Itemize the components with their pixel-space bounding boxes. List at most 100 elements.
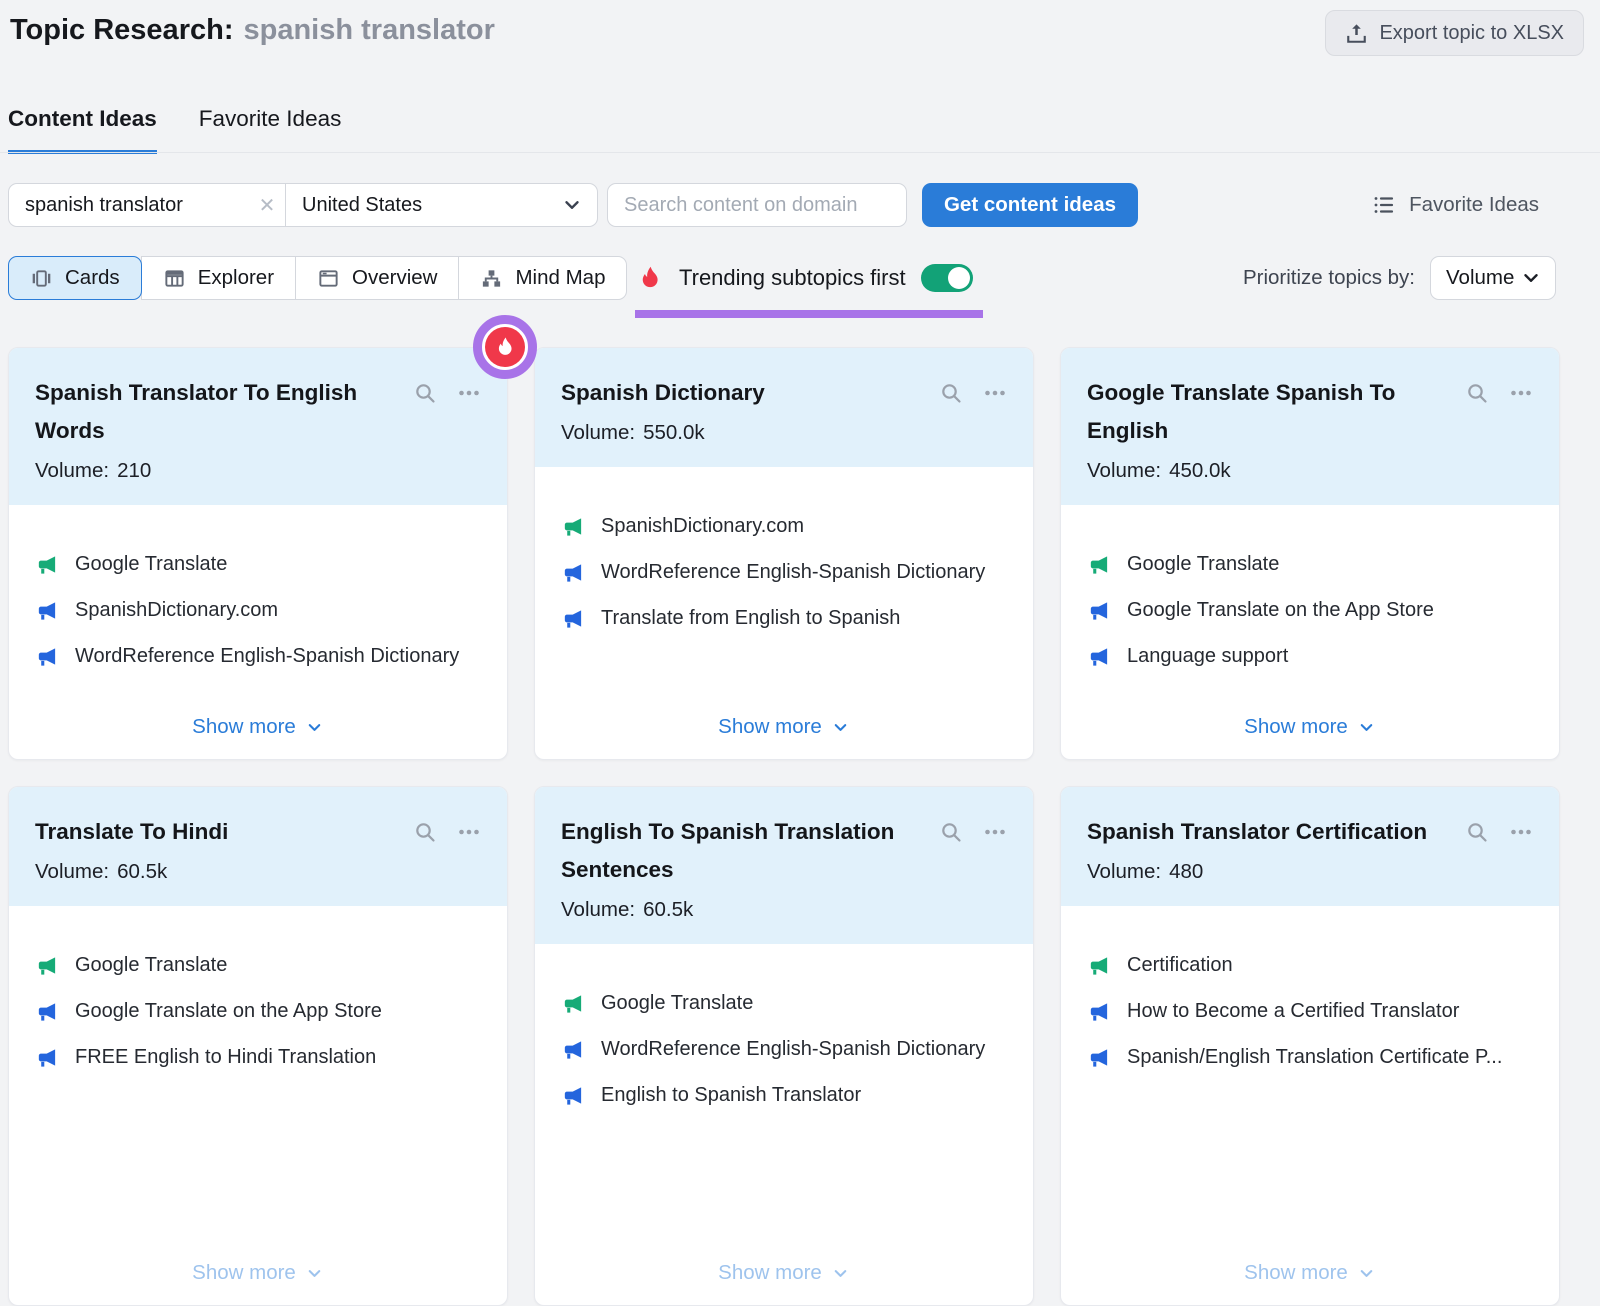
fire-badge <box>485 327 525 367</box>
export-topic-label: Export topic to XLSX <box>1379 22 1564 45</box>
headline-item[interactable]: Google Translate <box>561 980 1007 1026</box>
headline-item[interactable]: Translate from English to Spanish <box>561 595 1007 641</box>
tab-content-ideas[interactable]: Content Ideas <box>8 106 157 154</box>
ellipsis-icon[interactable] <box>457 381 481 405</box>
megaphone-icon <box>1087 1000 1110 1023</box>
show-more-label: Show more <box>718 715 822 739</box>
headline-label: SpanishDictionary.com <box>601 515 804 538</box>
search-icon[interactable] <box>939 820 963 844</box>
show-more-link[interactable]: Show more <box>192 1261 324 1287</box>
headline-item[interactable]: SpanishDictionary.com <box>561 503 1007 549</box>
view-switcher: Cards Explorer Overview Mind Map <box>8 256 627 300</box>
view-explorer-button[interactable]: Explorer <box>141 256 296 300</box>
favorite-ideas-label: Favorite Ideas <box>1409 193 1539 217</box>
tab-favorite-ideas[interactable]: Favorite Ideas <box>199 106 342 154</box>
search-icon[interactable] <box>1465 820 1489 844</box>
headline-item[interactable]: Google Translate <box>35 942 481 988</box>
search-icon[interactable] <box>939 381 963 405</box>
headline-item[interactable]: WordReference English-Spanish Dictionary <box>561 549 1007 595</box>
headline-item[interactable]: WordReference English-Spanish Dictionary <box>35 633 481 679</box>
headline-item[interactable]: SpanishDictionary.com <box>35 587 481 633</box>
card-body: SpanishDictionary.com WordReference Engl… <box>535 467 1033 759</box>
ellipsis-icon[interactable] <box>983 820 1007 844</box>
search-icon[interactable] <box>1465 381 1489 405</box>
ellipsis-icon[interactable] <box>457 820 481 844</box>
ellipsis-icon[interactable] <box>983 381 1007 405</box>
headline-item[interactable]: How to Become a Certified Translator <box>1087 988 1533 1034</box>
search-icon[interactable] <box>413 820 437 844</box>
view-cards-button[interactable]: Cards <box>8 256 142 300</box>
megaphone-icon <box>35 1000 58 1023</box>
keyword-group: ✕ United States <box>8 183 598 227</box>
topic-card: English To Spanish Translation Sentences… <box>534 786 1034 1306</box>
chevron-down-icon <box>1520 267 1542 289</box>
show-more-link[interactable]: Show more <box>192 715 324 741</box>
headline-item[interactable]: Google Translate <box>1087 541 1533 587</box>
clear-keyword-icon[interactable]: ✕ <box>249 193 285 218</box>
headline-item[interactable]: Language support <box>1087 633 1533 679</box>
card-volume: Volume:60.5k <box>561 898 1007 922</box>
volume-label: Volume: <box>35 860 109 884</box>
page-title: Topic Research:spanish translator <box>10 14 495 47</box>
sitemap-icon <box>480 267 503 290</box>
show-more-link[interactable]: Show more <box>1244 1261 1376 1287</box>
view-mindmap-button[interactable]: Mind Map <box>458 256 627 300</box>
search-icon[interactable] <box>413 381 437 405</box>
card-volume: Volume:550.0k <box>561 421 1007 445</box>
headline-label: WordReference English-Spanish Dictionary <box>601 561 985 584</box>
headline-label: English to Spanish Translator <box>601 1084 861 1107</box>
trending-annotation-circle <box>473 315 537 379</box>
trending-subtopics-toggle[interactable] <box>921 264 973 292</box>
headline-item[interactable]: Google Translate on the App Store <box>35 988 481 1034</box>
headline-item[interactable]: English to Spanish Translator <box>561 1072 1007 1118</box>
trending-subtopics-label: Trending subtopics first <box>679 265 906 291</box>
show-more-label: Show more <box>1244 715 1348 739</box>
prioritize-select-value: Volume <box>1446 266 1514 290</box>
megaphone-icon <box>35 599 58 622</box>
headline-label: Google Translate on the App Store <box>75 1000 382 1023</box>
chevron-down-icon <box>831 1264 850 1283</box>
country-select[interactable]: United States <box>286 194 597 217</box>
volume-label: Volume: <box>561 421 635 445</box>
domain-search-input[interactable] <box>607 183 907 227</box>
tabs-divider <box>0 152 1600 153</box>
megaphone-icon <box>35 553 58 576</box>
headline-item[interactable]: FREE English to Hindi Translation <box>35 1034 481 1080</box>
ellipsis-icon[interactable] <box>1509 820 1533 844</box>
favorite-ideas-link[interactable]: Favorite Ideas <box>1372 183 1539 227</box>
volume-value: 480 <box>1169 860 1203 884</box>
headline-item[interactable]: Google Translate on the App Store <box>1087 587 1533 633</box>
view-overview-button[interactable]: Overview <box>295 256 459 300</box>
volume-value: 450.0k <box>1169 459 1231 483</box>
browser-icon <box>317 267 340 290</box>
search-row: ✕ United States Get content ideas Favori… <box>8 183 1584 227</box>
megaphone-icon <box>561 1084 584 1107</box>
page-title-label: Topic Research: <box>10 14 233 46</box>
keyword-input[interactable] <box>9 194 249 217</box>
card-header: Translate To Hindi Volume:60.5k <box>9 787 507 906</box>
headline-label: WordReference English-Spanish Dictionary <box>75 645 459 668</box>
headline-label: WordReference English-Spanish Dictionary <box>601 1038 985 1061</box>
megaphone-icon <box>561 561 584 584</box>
get-content-ideas-button[interactable]: Get content ideas <box>922 183 1138 227</box>
prioritize-select[interactable]: Volume <box>1430 256 1556 300</box>
show-more-link[interactable]: Show more <box>1244 715 1376 741</box>
headline-item[interactable]: WordReference English-Spanish Dictionary <box>561 1026 1007 1072</box>
export-topic-button[interactable]: Export topic to XLSX <box>1325 10 1584 56</box>
card-volume: Volume:480 <box>1087 860 1533 884</box>
cards-icon <box>30 267 53 290</box>
headline-item[interactable]: Google Translate <box>35 541 481 587</box>
toggle-knob <box>948 267 970 289</box>
headline-label: Google Translate on the App Store <box>1127 599 1434 622</box>
list-icon <box>1372 193 1396 217</box>
headline-item[interactable]: Spanish/English Translation Certificate … <box>1087 1034 1533 1080</box>
upload-icon <box>1345 22 1368 45</box>
ellipsis-icon[interactable] <box>1509 381 1533 405</box>
chevron-down-icon <box>1357 718 1376 737</box>
headline-item[interactable]: Certification <box>1087 942 1533 988</box>
chevron-down-icon <box>305 718 324 737</box>
show-more-label: Show more <box>192 1261 296 1285</box>
show-more-link[interactable]: Show more <box>718 715 850 741</box>
fire-icon <box>494 336 517 359</box>
show-more-link[interactable]: Show more <box>718 1261 850 1287</box>
